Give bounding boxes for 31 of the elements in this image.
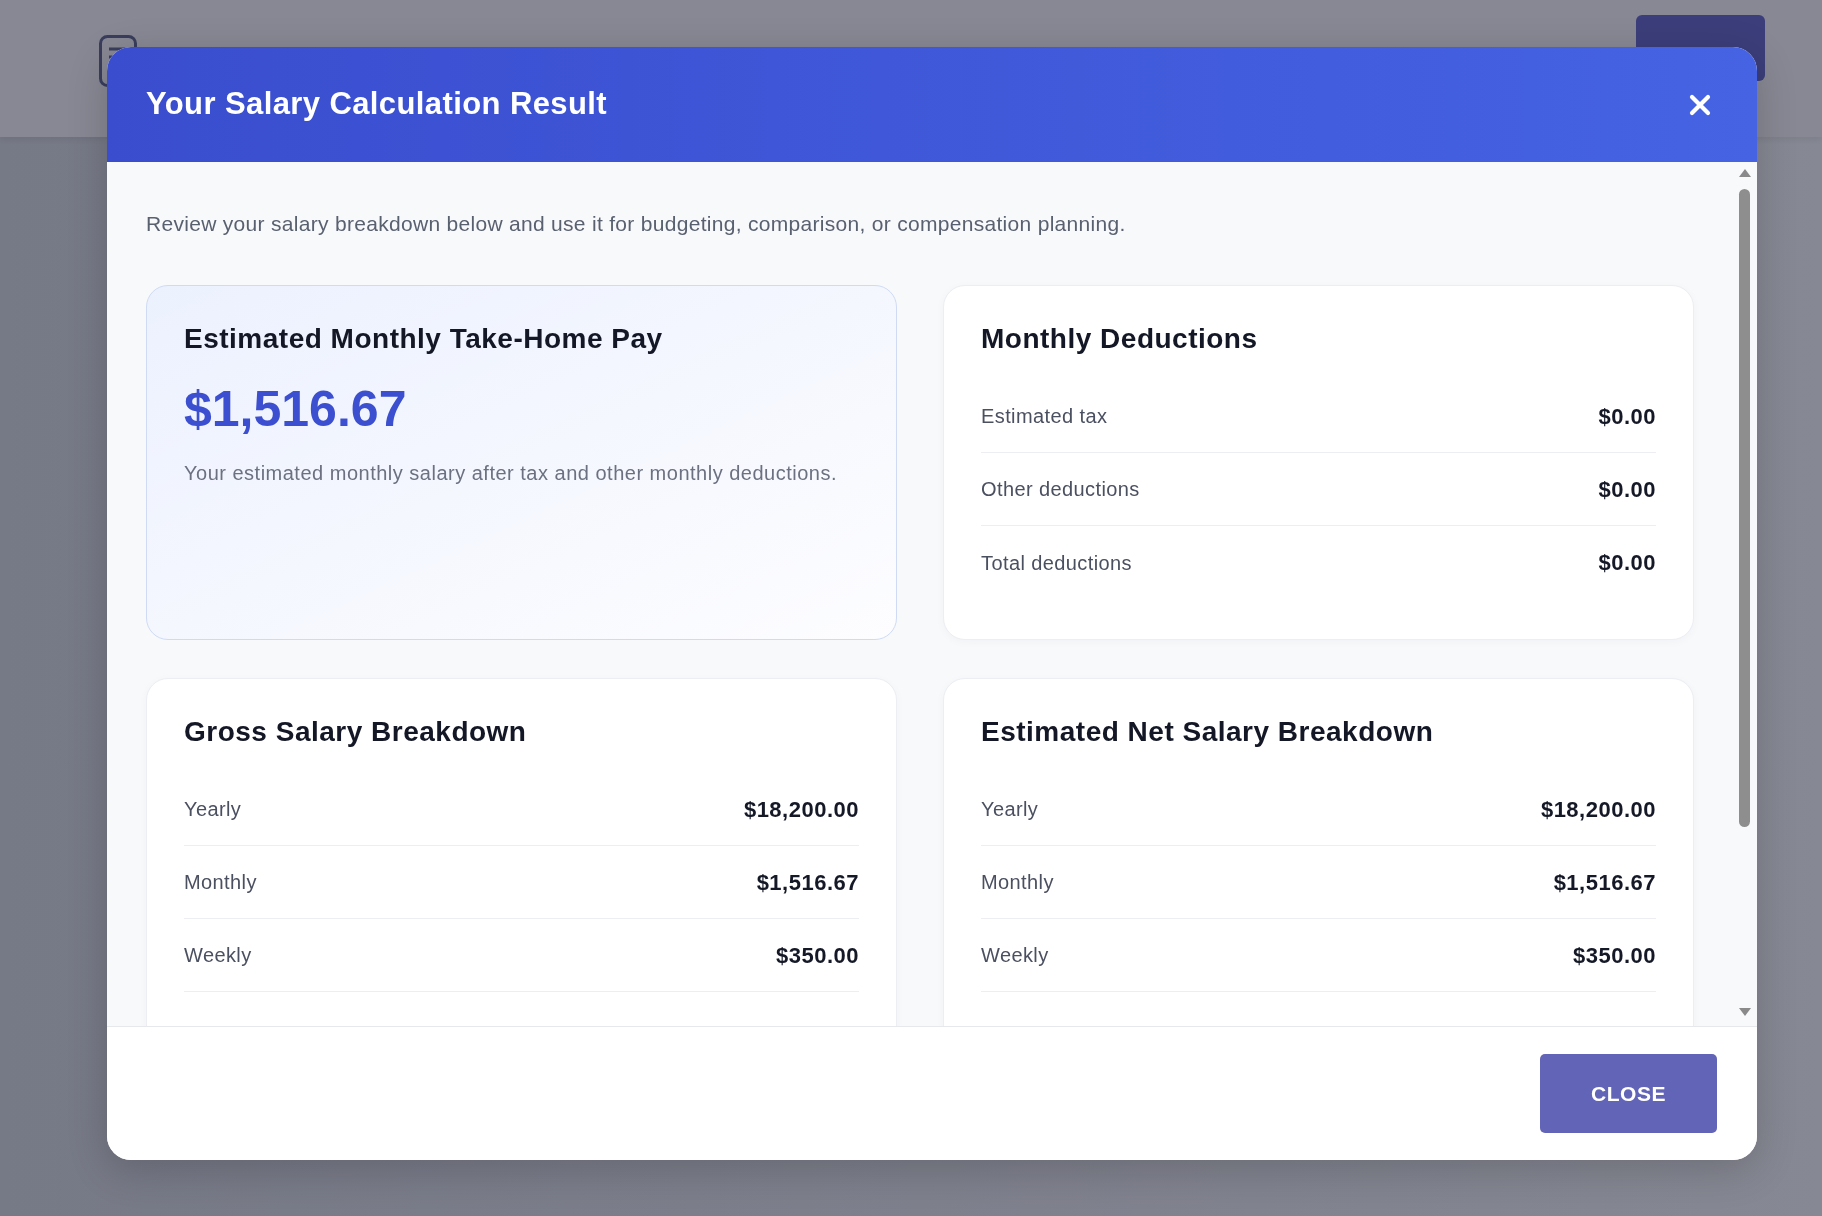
row-value: $1,516.67 (1553, 868, 1656, 897)
scroll-up-icon[interactable] (1738, 169, 1751, 177)
row-value: $18,200.00 (1540, 795, 1656, 824)
take-home-note: Your estimated monthly salary after tax and other monthly deductions. (184, 461, 838, 486)
row-value: $350.00 (775, 941, 859, 970)
row-value: $0.00 (1598, 549, 1656, 577)
row-value: $0.00 (1598, 475, 1656, 504)
intro-text: Review your salary breakdown below and use it for budgeting, comparison, or compensation planning. (146, 211, 1127, 237)
card-title: Estimated Monthly Take-Home Pay (184, 323, 664, 355)
take-home-amount: $1,516.67 (184, 380, 407, 439)
dialog-title: Your Salary Calculation Result (146, 85, 608, 124)
row-label: Estimated tax (981, 404, 1108, 429)
row-value: $350.00 (1572, 941, 1656, 970)
row-value: $0.00 (1598, 402, 1656, 431)
row-label: Monthly (184, 870, 257, 895)
row-label: Total deductions (981, 550, 1132, 576)
row-label: Yearly (184, 797, 242, 822)
row-value: $18,200.00 (743, 795, 859, 824)
close-button[interactable]: CLOSE (1540, 1054, 1717, 1133)
row-label: Yearly (981, 797, 1039, 822)
close-icon (1689, 93, 1711, 116)
row-label: Monthly (981, 870, 1054, 895)
card-title: Gross Salary Breakdown (184, 716, 528, 748)
row-value: $1,516.67 (756, 868, 859, 897)
row-label: Weekly (184, 943, 252, 968)
row-label: Weekly (981, 943, 1049, 968)
scroll-down-icon[interactable] (1738, 1008, 1751, 1016)
scrollbar-thumb[interactable] (1739, 189, 1750, 827)
card-title: Monthly Deductions (981, 323, 1259, 355)
card-title: Estimated Net Salary Breakdown (981, 716, 1435, 748)
row-label: Other deductions (981, 477, 1140, 502)
